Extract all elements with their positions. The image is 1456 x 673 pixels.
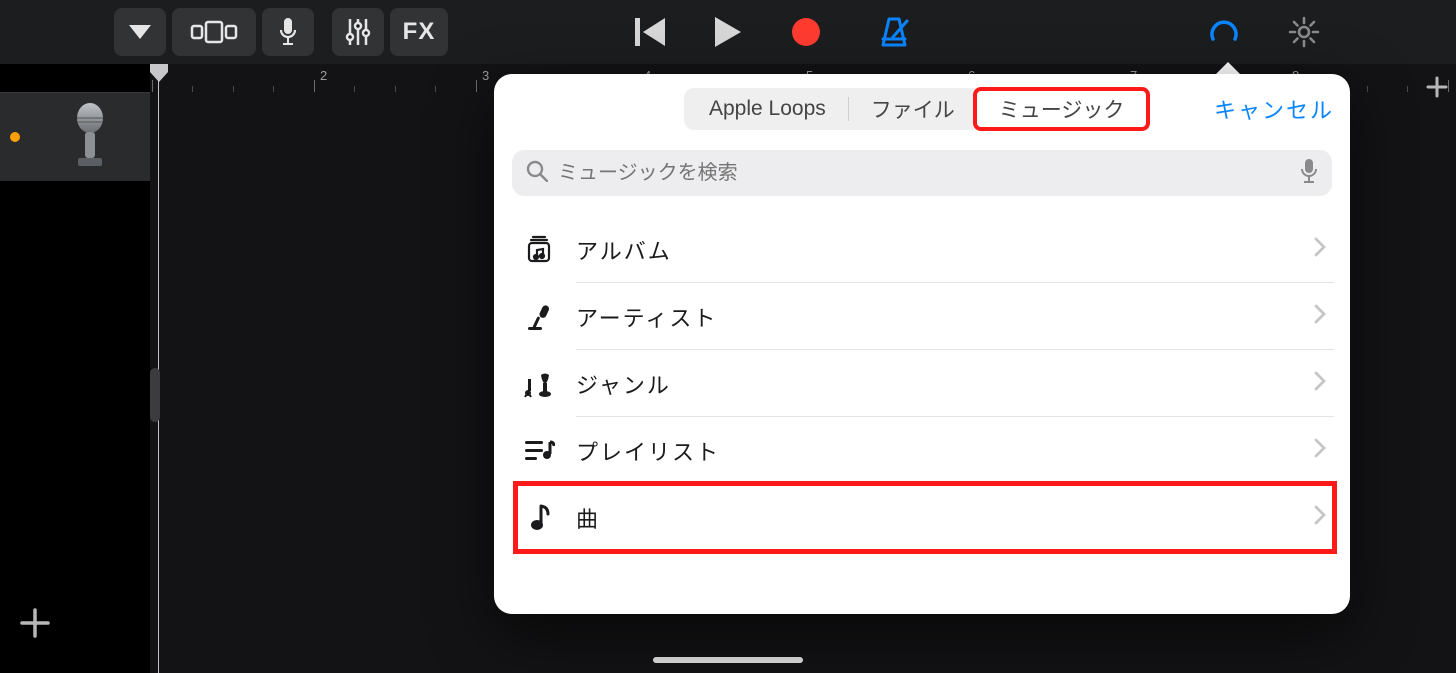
ruler-mark: 2 — [320, 68, 327, 83]
genre-icon — [516, 369, 562, 399]
popover-header: Apple Loops ファイル ミュージック キャンセル — [494, 74, 1350, 144]
loop-browser-popover: Apple Loops ファイル ミュージック キャンセル アルバム — [494, 74, 1350, 614]
album-icon — [516, 235, 562, 265]
go-to-start-button[interactable] — [630, 12, 670, 52]
record-enable-indicator[interactable] — [10, 132, 20, 142]
fx-button[interactable]: FX — [390, 8, 448, 56]
metronome-button[interactable] — [870, 8, 918, 56]
row-artist[interactable]: アーティスト — [516, 283, 1334, 350]
home-indicator — [653, 657, 803, 663]
add-track-right-button[interactable] — [1426, 74, 1448, 105]
chevron-right-icon — [1314, 304, 1326, 329]
fx-label: FX — [403, 18, 436, 46]
cancel-button[interactable]: キャンセル — [1214, 93, 1334, 125]
search-input[interactable] — [558, 162, 1290, 185]
source-segmented-control: Apple Loops ファイル ミュージック — [684, 88, 1149, 130]
chevron-right-icon — [1314, 505, 1326, 530]
ruler-mark: 3 — [482, 68, 489, 83]
playlist-icon — [516, 438, 562, 464]
record-button[interactable] — [786, 12, 826, 52]
search-field[interactable] — [512, 150, 1332, 196]
segment-music[interactable]: ミュージック — [977, 91, 1147, 127]
row-label: 曲 — [576, 502, 600, 534]
dictation-icon[interactable] — [1300, 158, 1318, 189]
loop-browser-button[interactable] — [1200, 8, 1248, 56]
track-layout-button[interactable] — [172, 8, 256, 56]
row-song[interactable]: 曲 — [516, 484, 1334, 551]
search-icon — [526, 160, 548, 187]
track-header[interactable] — [0, 92, 150, 182]
row-label: プレイリスト — [576, 435, 720, 467]
segment-apple-loops[interactable]: Apple Loops — [687, 91, 848, 127]
add-track-button[interactable] — [18, 606, 52, 645]
music-category-list: アルバム アーティスト ジャンル — [516, 216, 1334, 551]
top-toolbar: FX — [0, 0, 1456, 64]
mixer-button[interactable] — [332, 8, 384, 56]
row-playlist[interactable]: プレイリスト — [516, 417, 1334, 484]
chevron-right-icon — [1314, 237, 1326, 262]
segment-file[interactable]: ファイル — [849, 91, 977, 127]
chevron-right-icon — [1314, 438, 1326, 463]
segment-label: Apple Loops — [709, 97, 826, 121]
row-genre[interactable]: ジャンル — [516, 350, 1334, 417]
track-view-button[interactable] — [114, 8, 166, 56]
segment-label: ファイル — [871, 94, 955, 124]
row-label: ジャンル — [576, 368, 671, 400]
row-album[interactable]: アルバム — [516, 216, 1334, 283]
song-icon — [516, 503, 562, 533]
play-button[interactable] — [708, 12, 748, 52]
microphone-button[interactable] — [262, 8, 314, 56]
row-label: アーティスト — [576, 301, 717, 333]
vertical-scroll-handle[interactable] — [150, 368, 160, 422]
chevron-right-icon — [1314, 371, 1326, 396]
row-label: アルバム — [576, 234, 672, 266]
settings-button[interactable] — [1280, 8, 1328, 56]
track-icon-microphone — [60, 102, 120, 172]
artist-icon — [516, 302, 562, 332]
segment-label: ミュージック — [999, 94, 1125, 124]
